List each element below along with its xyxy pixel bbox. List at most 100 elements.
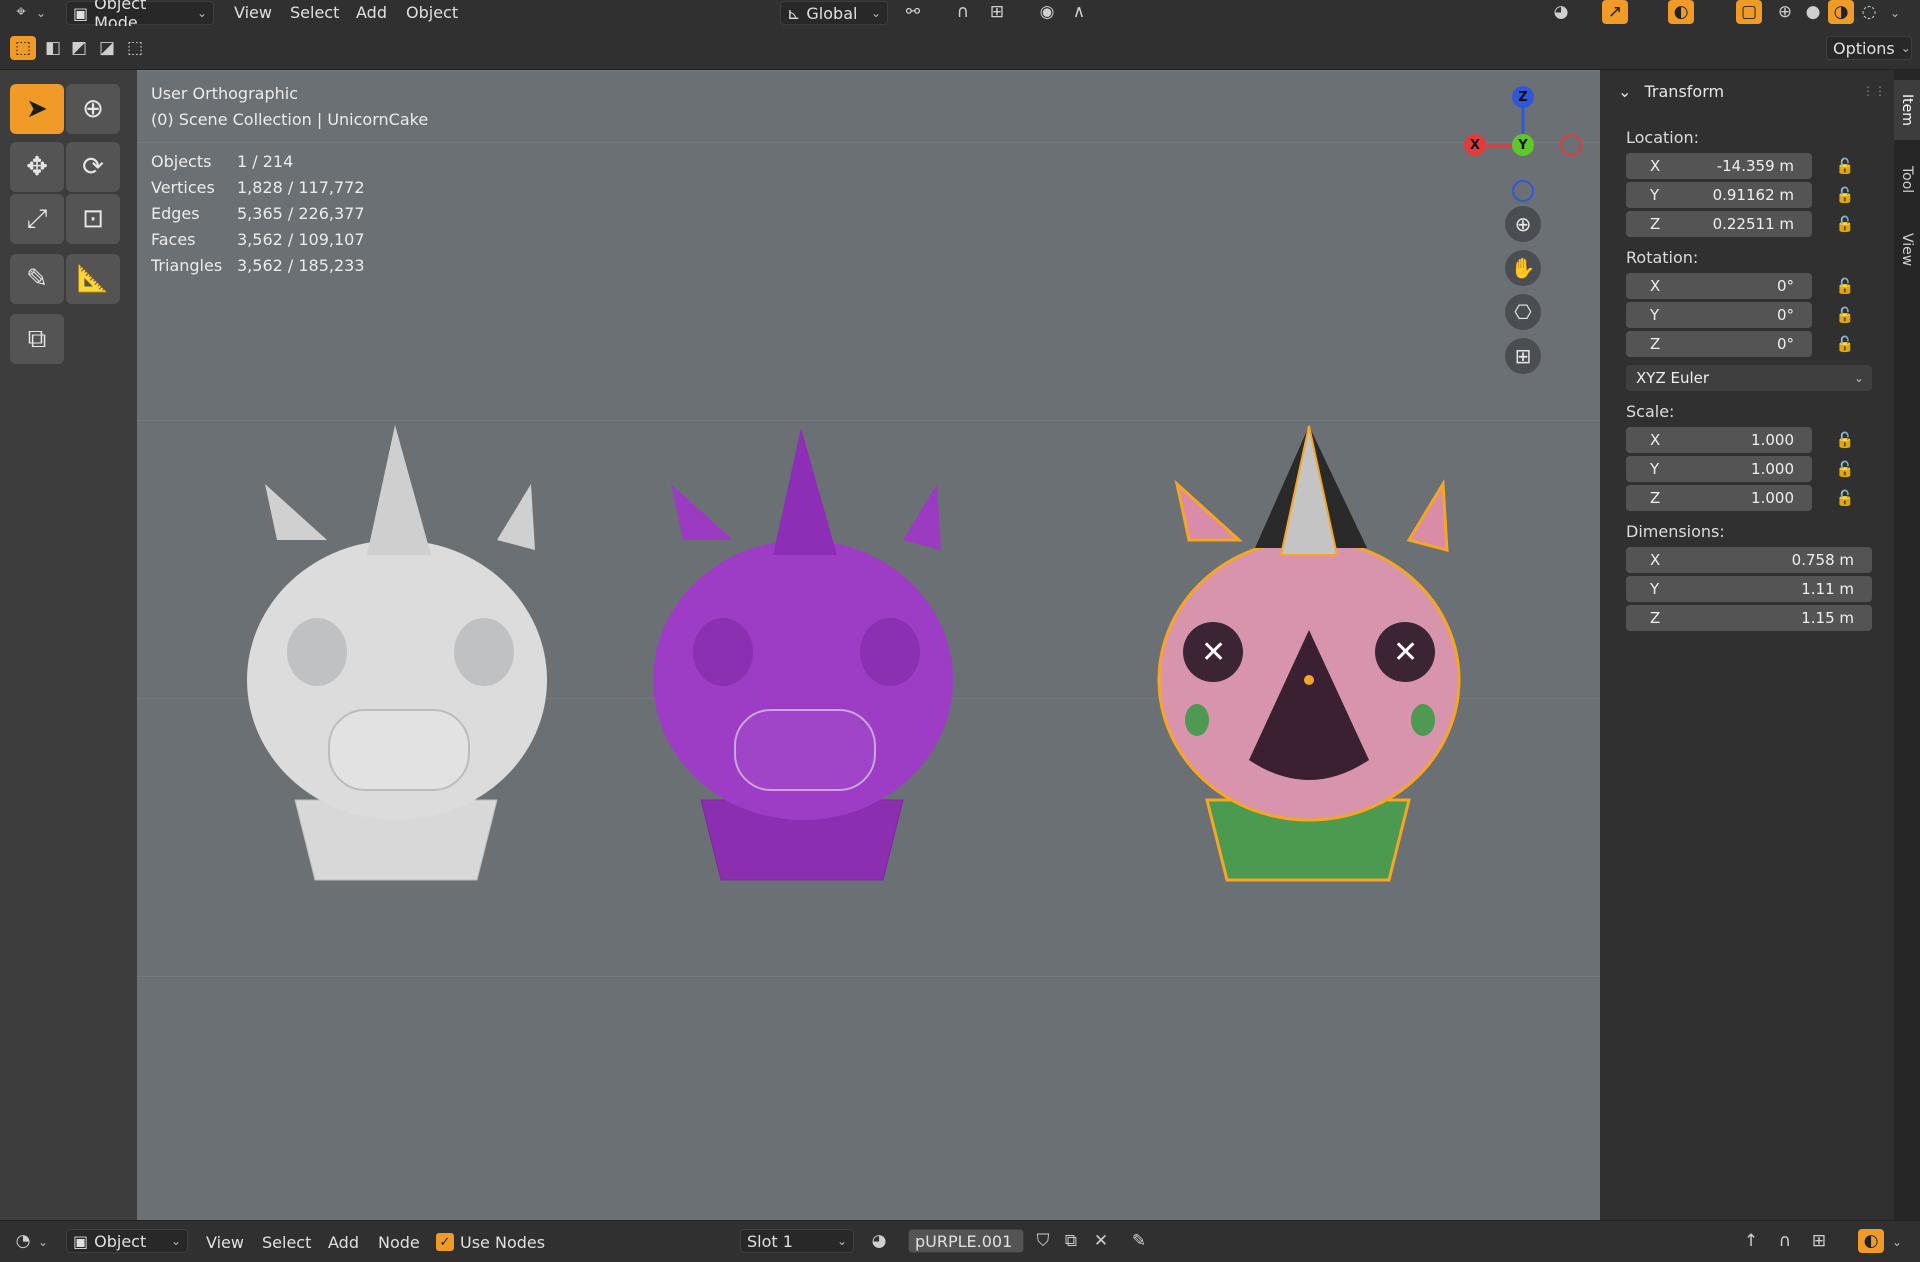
menu-add[interactable]: Add: [328, 1233, 359, 1252]
scale-y-field[interactable]: Y 1.000: [1626, 456, 1812, 482]
tool-shelf: ➤ ⊕ ✥ ⟳ ⤢ ⊡ ✎ 📐 ⧉: [0, 70, 137, 1220]
menu-node[interactable]: Node: [378, 1233, 420, 1252]
lock-icon[interactable]: 🔓: [1833, 429, 1857, 451]
chevron-down-icon: ⌄: [1853, 371, 1864, 385]
gizmo-toggle-icon[interactable]: ↗: [1602, 0, 1628, 24]
move-tool[interactable]: ✥: [10, 142, 64, 192]
drag-handle-icon[interactable]: ⋮⋮: [1862, 84, 1886, 98]
menu-view[interactable]: View: [206, 1233, 244, 1252]
orientation-dropdown[interactable]: ⊾ Global ⌄: [780, 1, 888, 25]
dimensions-z-field[interactable]: Z 1.15 m: [1626, 605, 1872, 631]
rendered-shading-icon[interactable]: ◌: [1856, 0, 1882, 24]
annotate-tool[interactable]: ✎: [10, 254, 64, 304]
top-header: ⌖ ⌄ ▣ Object Mode ⌄ View Select Add Obje…: [0, 0, 1920, 32]
lock-icon[interactable]: 🔓: [1833, 487, 1857, 509]
parent-node-icon[interactable]: ↑: [1738, 1229, 1764, 1253]
shader-type-dropdown[interactable]: ▣ Object ⌄: [66, 1229, 188, 1253]
lock-icon[interactable]: 🔓: [1833, 184, 1857, 206]
scale-x-field[interactable]: X 1.000: [1626, 427, 1812, 453]
menu-view[interactable]: View: [234, 3, 272, 22]
use-nodes-checkbox[interactable]: ✓: [436, 1233, 454, 1251]
rotate-tool[interactable]: ⟳: [66, 142, 120, 192]
location-y-field[interactable]: Y 0.91162 m: [1626, 182, 1812, 208]
cursor-arrow-icon: ➤: [26, 94, 48, 124]
duplicate-icon[interactable]: ⧉: [1058, 1229, 1084, 1253]
sidebar-tabs: Item Tool View: [1894, 70, 1920, 1220]
pin-icon[interactable]: ✎: [1126, 1229, 1152, 1253]
chevron-down-icon[interactable]: ⌄: [1890, 6, 1900, 20]
editor-type-icon[interactable]: ⌖: [8, 0, 34, 24]
cube-icon: ▣: [73, 1231, 89, 1251]
mode-dropdown[interactable]: ▣ Object Mode ⌄: [66, 0, 214, 32]
select-extend-icon[interactable]: ◧: [40, 36, 66, 60]
cursor-tool[interactable]: ⊕: [66, 84, 120, 134]
pencil-icon: ✎: [26, 264, 48, 294]
shader-type-label: Object: [94, 1231, 147, 1251]
overlay-toggle-icon[interactable]: ◐: [1858, 1229, 1884, 1253]
tab-view[interactable]: View: [1894, 220, 1920, 280]
rotation-y-field[interactable]: Y 0°: [1626, 302, 1812, 328]
lock-icon[interactable]: 🔓: [1833, 155, 1857, 177]
menu-select[interactable]: Select: [262, 1233, 311, 1252]
select-invert-icon[interactable]: ◪: [94, 36, 120, 60]
lock-icon[interactable]: 🔓: [1833, 275, 1857, 297]
location-x-field[interactable]: X -14.359 m: [1626, 153, 1812, 179]
material-browse-icon[interactable]: ◕: [866, 1229, 892, 1253]
select-new-icon[interactable]: ⬚: [10, 36, 36, 60]
snap-icon[interactable]: ∩: [1772, 1229, 1798, 1253]
scale-tool[interactable]: ⤢: [10, 194, 64, 244]
chevron-down-icon: ⌄: [836, 1234, 847, 1248]
material-name-field[interactable]: pURPLE.001: [908, 1229, 1024, 1253]
select-box-tool[interactable]: ➤: [10, 84, 64, 134]
shader-editor-type-icon[interactable]: ◔: [10, 1229, 36, 1253]
tool-settings-bar: ⬚ ◧ ◩ ◪ ⬚ Options ⌄: [0, 26, 1920, 70]
select-intersect-icon[interactable]: ⬚: [122, 36, 148, 60]
white-unicorn-cake[interactable]: [247, 425, 547, 881]
tab-item[interactable]: Item: [1894, 80, 1920, 140]
close-icon[interactable]: ✕: [1088, 1229, 1114, 1253]
dimensions-y-field[interactable]: Y 1.11 m: [1626, 576, 1872, 602]
transform-header[interactable]: ⌄ Transform: [1618, 82, 1724, 101]
snap-icon[interactable]: ∩: [950, 0, 976, 24]
add-cube-tool[interactable]: ⧉: [10, 314, 64, 364]
dimensions-label: Dimensions:: [1626, 522, 1725, 541]
visibility-icon[interactable]: ◕: [1548, 0, 1574, 24]
svg-text:✕: ✕: [1393, 635, 1418, 670]
menu-select[interactable]: Select: [290, 3, 339, 22]
material-shading-icon[interactable]: ◑: [1828, 0, 1854, 24]
pivot-icon[interactable]: ⚯: [900, 0, 926, 24]
overlay-toggle-icon[interactable]: ◐: [1668, 0, 1694, 24]
lock-icon[interactable]: 🔓: [1833, 333, 1857, 355]
snap-target-icon[interactable]: ⊞: [984, 0, 1010, 24]
snap-grid-icon[interactable]: ⊞: [1806, 1229, 1832, 1253]
chevron-down-icon[interactable]: ⌄: [1892, 1235, 1902, 1249]
transform-tool[interactable]: ⊡: [66, 194, 120, 244]
lock-icon[interactable]: 🔓: [1833, 213, 1857, 235]
menu-add[interactable]: Add: [356, 3, 387, 22]
rotation-z-field[interactable]: Z 0°: [1626, 331, 1812, 357]
slot-dropdown[interactable]: Slot 1 ⌄: [740, 1229, 854, 1253]
purple-unicorn-cake[interactable]: [653, 428, 953, 881]
wireframe-shading-icon[interactable]: ⊕: [1772, 0, 1798, 24]
fake-user-shield-icon[interactable]: ⛉: [1030, 1229, 1056, 1253]
rotation-mode-dropdown[interactable]: XYZ Euler ⌄: [1626, 365, 1872, 391]
location-z-field[interactable]: Z 0.22511 m: [1626, 211, 1812, 237]
lock-icon[interactable]: 🔓: [1833, 458, 1857, 480]
3d-viewport[interactable]: User Orthographic (0) Scene Collection |…: [137, 70, 1600, 1220]
solid-shading-icon[interactable]: ●: [1800, 0, 1826, 24]
lock-icon[interactable]: 🔓: [1833, 304, 1857, 326]
xray-toggle-icon[interactable]: ▢: [1736, 0, 1762, 24]
measure-tool[interactable]: 📐: [66, 254, 120, 304]
location-label: Location:: [1626, 128, 1700, 147]
select-subtract-icon[interactable]: ◩: [66, 36, 92, 60]
tab-tool[interactable]: Tool: [1894, 150, 1920, 210]
scale-z-field[interactable]: Z 1.000: [1626, 485, 1812, 511]
rotation-x-field[interactable]: X 0°: [1626, 273, 1812, 299]
falloff-icon[interactable]: ∧: [1066, 0, 1092, 24]
dimensions-x-field[interactable]: X 0.758 m: [1626, 547, 1872, 573]
options-dropdown[interactable]: Options ⌄: [1826, 36, 1912, 60]
menu-object[interactable]: Object: [406, 3, 458, 22]
pink-unicorn-cake-selected[interactable]: ✕ ✕: [1157, 425, 1461, 882]
proportional-edit-icon[interactable]: ◉: [1034, 0, 1060, 24]
chevron-down-icon: ⌄: [1900, 41, 1911, 55]
